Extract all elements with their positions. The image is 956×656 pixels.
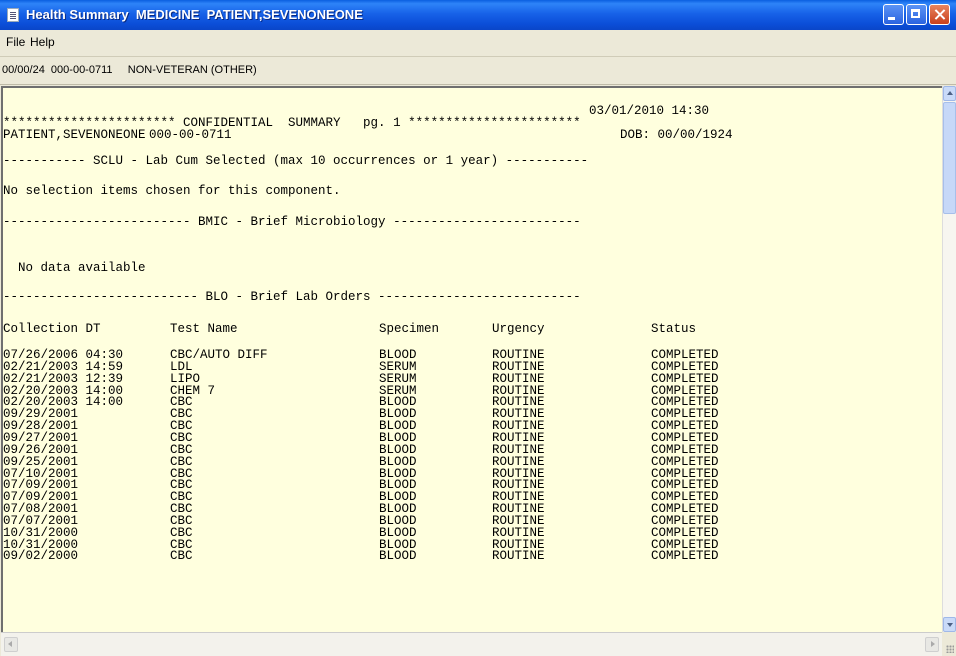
- specimen-cell: BLOOD: [379, 549, 417, 564]
- scroll-thumb[interactable]: [943, 102, 956, 214]
- blo-section-header: -------------------------- BLO - Brief L…: [3, 290, 581, 304]
- report-datetime: 03/01/2010 14:30: [589, 104, 710, 118]
- menu-file[interactable]: File: [6, 35, 25, 49]
- health-summary-report: 03/01/2010 14:30 ***********************…: [3, 88, 935, 632]
- menu-bar: File Help: [0, 30, 956, 57]
- close-button[interactable]: [929, 4, 950, 25]
- collection-dt-cell: 09/02/2000: [3, 549, 79, 564]
- horizontal-scrollbar[interactable]: [1, 632, 942, 656]
- scroll-right-arrow-icon[interactable]: [925, 637, 939, 652]
- urgency-cell: ROUTINE: [492, 549, 545, 564]
- report-pane[interactable]: 03/01/2010 14:30 ***********************…: [1, 86, 942, 632]
- scroll-down-arrow-icon[interactable]: [943, 617, 956, 632]
- scroll-up-arrow-icon[interactable]: [943, 86, 956, 101]
- bmic-section-header: ------------------------- BMIC - Brief M…: [3, 215, 581, 229]
- patient-info-bar: 00/00/24 000-00-0711 NON-VETERAN (OTHER): [0, 57, 956, 85]
- window-title: Health Summary MEDICINE PATIENT,SEVENONE…: [26, 7, 363, 22]
- resize-grip-icon[interactable]: [942, 632, 956, 656]
- column-status: Status: [651, 322, 697, 336]
- health-summary-window: Health Summary MEDICINE PATIENT,SEVENONE…: [0, 0, 956, 656]
- document-icon: [7, 8, 19, 22]
- patient-info-text: 00/00/24 000-00-0711 NON-VETERAN (OTHER): [2, 64, 257, 76]
- minimize-button[interactable]: [883, 4, 904, 25]
- patient-ssn: 000-00-0711: [149, 128, 232, 142]
- sclu-section-header: ----------- SCLU - Lab Cum Selected (max…: [3, 154, 589, 168]
- title-bar[interactable]: Health Summary MEDICINE PATIENT,SEVENONE…: [0, 0, 956, 30]
- bmic-message: No data available: [3, 261, 146, 275]
- column-collection-dt: Collection DT: [3, 322, 101, 336]
- patient-dob: DOB: 00/00/1924: [620, 128, 733, 142]
- menu-help[interactable]: Help: [30, 35, 55, 49]
- column-urgency: Urgency: [492, 322, 545, 336]
- test-name-cell: CBC: [170, 549, 193, 564]
- sclu-message: No selection items chosen for this compo…: [3, 184, 341, 198]
- vertical-scrollbar[interactable]: [942, 86, 956, 632]
- scroll-left-arrow-icon[interactable]: [4, 637, 18, 652]
- column-test-name: Test Name: [170, 322, 238, 336]
- patient-name: PATIENT,SEVENONEONE: [3, 128, 146, 142]
- maximize-button[interactable]: [906, 4, 927, 25]
- column-specimen: Specimen: [379, 322, 440, 336]
- status-cell: COMPLETED: [651, 549, 719, 564]
